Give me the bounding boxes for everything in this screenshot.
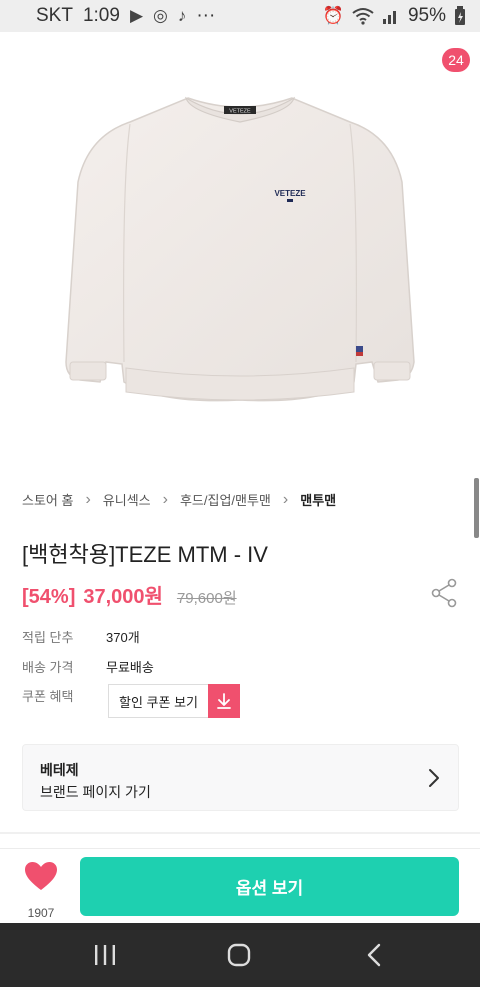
section-divider	[0, 832, 480, 834]
heart-icon	[25, 862, 57, 890]
back-nav-button[interactable]	[360, 941, 390, 969]
arrow-left-icon	[25, 57, 50, 79]
shipping-row: 배송 가격 무료배송	[22, 657, 154, 676]
signal-icon	[382, 11, 396, 24]
coupon-button-label: 할인 쿠폰 보기	[119, 694, 198, 710]
brand-name: 베테제	[40, 762, 79, 778]
music-icon: ♪	[177, 6, 187, 25]
breadcrumb: 스토어 홈 › 유니섹스 › 후드/집업/맨투맨 › 맨투맨	[22, 490, 336, 509]
points-value: 370개	[106, 630, 140, 645]
coupon-download-button[interactable]: 할인 쿠폰 보기	[108, 683, 240, 718]
brand-page-card[interactable]: 베테제 브랜드 페이지 가기	[22, 744, 459, 811]
price-row: [54%] 37,000원 79,600원	[22, 580, 237, 609]
alarm-icon: ⏰	[322, 6, 344, 25]
points-row: 적립 단추 370개	[22, 627, 140, 646]
status-bar: SKT 1:09 ▶ ◎ ♪ ··· ⏰ 95%	[0, 0, 480, 32]
breadcrumb-store-home[interactable]: 스토어 홈	[22, 490, 73, 509]
share-icon	[431, 578, 457, 608]
home-icon	[227, 943, 251, 967]
share-button[interactable]	[430, 578, 458, 608]
view-options-button[interactable]: 옵션 보기	[80, 857, 459, 916]
chevron-right-icon: ›	[282, 490, 289, 508]
breadcrumb-unisex[interactable]: 유니섹스	[103, 490, 151, 509]
sale-price: 37,000원	[83, 586, 163, 608]
play-store-icon: ▶	[129, 6, 144, 25]
like-count: 1907	[27, 906, 55, 920]
shipping-value: 무료배송	[106, 660, 154, 675]
brand-page-link: 브랜드 페이지 가기	[40, 784, 151, 800]
original-price: 79,600원	[176, 590, 237, 607]
clock: 1:09	[82, 5, 120, 26]
shipping-label: 배송 가격	[22, 660, 74, 675]
chevron-right-icon: ›	[85, 490, 91, 508]
points-label: 적립 단추	[22, 630, 74, 645]
carrier-label: SKT	[36, 5, 73, 26]
wifi-icon	[352, 8, 374, 25]
more-notifications: ···	[196, 5, 216, 26]
product-image: VETEZE VETEZE	[0, 32, 480, 464]
breadcrumb-hoodie-category[interactable]: 후드/집업/맨투맨	[180, 490, 271, 509]
like-button[interactable]: 1907	[14, 857, 68, 920]
sweatshirt-illustration: VETEZE VETEZE	[65, 96, 415, 402]
coupon-label: 쿠폰 혜택	[22, 689, 74, 704]
back-button[interactable]	[22, 52, 54, 84]
neck-tag-text: VETEZE	[229, 109, 251, 115]
cart-count-badge: 24	[442, 48, 470, 72]
home-button[interactable]	[224, 941, 254, 969]
instagram-icon: ◎	[153, 6, 168, 25]
recent-apps-icon	[95, 945, 115, 965]
coupon-row: 쿠폰 혜택	[22, 686, 106, 705]
battery-percent: 95%	[407, 5, 446, 26]
discount-rate: [54%]	[22, 586, 76, 608]
battery-icon	[455, 6, 465, 25]
chevron-right-icon: ›	[162, 490, 168, 508]
recent-apps-button[interactable]	[90, 941, 120, 969]
download-icon	[208, 683, 240, 718]
chevron-right-icon	[429, 769, 439, 787]
bottom-action-bar: 1907 옵션 보기	[0, 848, 480, 923]
back-nav-icon	[367, 943, 381, 967]
breadcrumb-sweatshirt[interactable]: 맨투맨	[300, 490, 336, 509]
shirt-logo-text: VETEZE	[274, 189, 306, 198]
product-title: [백현착용]TEZE MTM - IV	[22, 542, 268, 567]
scrollbar[interactable]	[474, 478, 479, 538]
system-nav-bar	[0, 923, 480, 987]
